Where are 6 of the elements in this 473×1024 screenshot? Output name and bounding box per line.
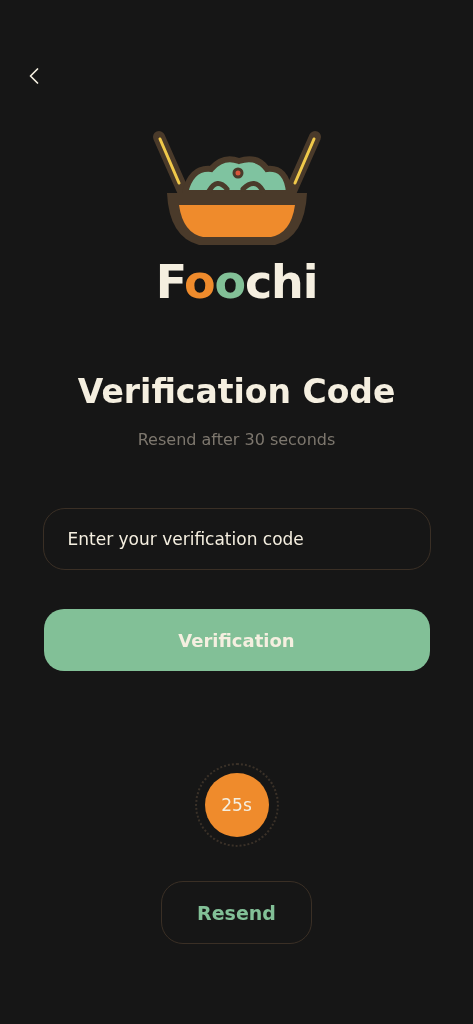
resend-button[interactable]: Resend — [161, 881, 312, 945]
countdown-timer: 25s — [204, 773, 269, 838]
page-title: Verification Code — [77, 371, 396, 413]
resend-timer-text: Resend after 30 seconds — [137, 429, 336, 452]
verification-code-field[interactable]: Enter your verification code — [42, 508, 431, 571]
brand-logo: Foochi — [155, 259, 318, 305]
